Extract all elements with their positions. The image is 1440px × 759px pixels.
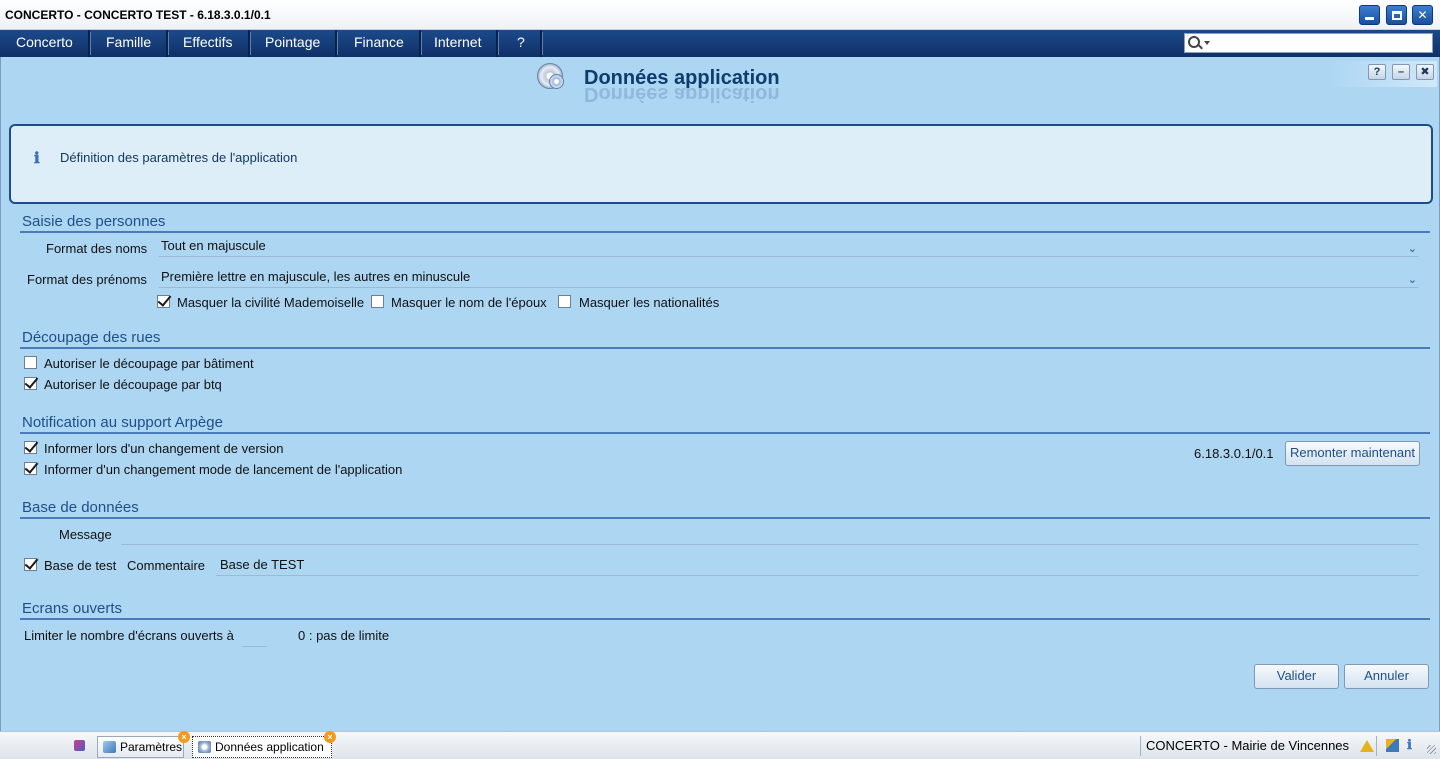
maximize-window-button[interactable]	[1386, 5, 1407, 25]
menu-item-famille[interactable]: Famille	[91, 30, 170, 57]
chevron-down-icon[interactable]: ⌄	[1408, 240, 1417, 258]
menu-item-help[interactable]: ?	[502, 30, 543, 57]
remonter-maintenant-button[interactable]: Remonter maintenant	[1285, 441, 1420, 466]
section-divider	[20, 231, 1430, 233]
section-title-decoupage: Découpage des rues	[22, 329, 161, 346]
maximize-icon	[1391, 10, 1402, 20]
base-test-label: Base de test	[44, 558, 117, 573]
section-divider	[20, 618, 1430, 620]
menu-item-effectifs[interactable]: Effectifs	[168, 30, 251, 57]
info-text: Définition des paramètres de l'applicati…	[60, 150, 298, 165]
btq-label: Autoriser le découpage par btq	[44, 377, 222, 392]
base-test-checkbox[interactable]	[24, 558, 37, 571]
civilite-checkbox[interactable]	[157, 295, 170, 308]
task-label: Données application	[215, 740, 324, 754]
batiment-checkbox[interactable]	[24, 356, 37, 369]
lancement-label: Informer d'un changement mode de lanceme…	[44, 462, 403, 477]
close-icon: ✖	[1420, 66, 1430, 78]
section-title-base: Base de données	[22, 499, 139, 516]
main-panel: Données application Données application …	[0, 57, 1440, 731]
commentaire-label: Commentaire	[127, 558, 206, 573]
task-parametres[interactable]: Paramètres ×	[97, 731, 190, 758]
menu-item-internet[interactable]: Internet	[419, 30, 500, 57]
annuler-button[interactable]: Annuler	[1344, 664, 1429, 689]
status-text: CONCERTO - Mairie de Vincennes	[1146, 738, 1350, 753]
format-prenoms-label: Format des prénoms	[27, 272, 147, 287]
nationalites-checkbox[interactable]	[558, 295, 571, 308]
minimize-panel-button[interactable]: –	[1392, 64, 1410, 80]
nationalites-label: Masquer les nationalités	[579, 295, 720, 310]
info-icon: ℹ	[34, 149, 40, 167]
section-divider	[20, 432, 1430, 434]
window-title: CONCERTO - CONCERTO TEST - 6.18.3.0.1/0.…	[5, 8, 271, 22]
chevron-down-icon[interactable]: ⌄	[1408, 271, 1417, 289]
minimize-icon	[1365, 17, 1374, 20]
task-label: Paramètres	[120, 740, 183, 754]
message-input[interactable]	[121, 525, 1419, 545]
menu-item-concerto[interactable]: Concerto	[1, 30, 91, 57]
close-icon: ✕	[1417, 8, 1428, 22]
lancement-checkbox[interactable]	[24, 462, 37, 475]
info-icon[interactable]: ℹ	[1407, 739, 1420, 752]
cd-settings-icon	[537, 63, 567, 91]
window-titlebar: CONCERTO - CONCERTO TEST - 6.18.3.0.1/0.…	[0, 0, 1440, 30]
close-task-icon[interactable]: ×	[324, 731, 336, 743]
close-panel-button[interactable]: ✖	[1416, 64, 1434, 80]
commentaire-input[interactable]: Base de TEST	[216, 556, 1419, 576]
version-label: Informer lors d'un changement de version	[44, 441, 284, 456]
message-label: Message	[59, 527, 112, 542]
warning-icon[interactable]	[1360, 740, 1374, 752]
chevron-down-icon[interactable]	[1204, 41, 1210, 45]
epoux-label: Masquer le nom de l'époux	[391, 295, 547, 310]
limiter-hint: 0 : pas de limite	[298, 628, 390, 643]
version-number: 6.18.3.0.1/0.1	[1194, 446, 1274, 461]
app-icon	[74, 740, 85, 751]
section-title-ecrans: Ecrans ouverts	[22, 600, 123, 617]
section-divider	[20, 347, 1430, 349]
section-title-notification: Notification au support Arpège	[22, 414, 223, 431]
minimize-icon: –	[1397, 66, 1405, 78]
menu-item-pointage[interactable]: Pointage	[250, 30, 339, 57]
format-noms-value: Tout en majuscule	[161, 238, 266, 253]
format-prenoms-value: Première lettre en majuscule, les autres…	[161, 269, 471, 284]
format-prenoms-select[interactable]: Première lettre en majuscule, les autres…	[159, 268, 1419, 288]
help-button[interactable]: ?	[1368, 64, 1386, 80]
section-divider	[20, 517, 1430, 519]
limiter-label: Limiter le nombre d'écrans ouverts à	[24, 628, 234, 643]
task-donnees-application[interactable]: Données application ×	[192, 731, 336, 758]
info-box: ℹ Définition des paramètres de l'applica…	[9, 124, 1433, 204]
batiment-label: Autoriser le découpage par bâtiment	[44, 356, 254, 371]
cd-settings-icon	[198, 741, 211, 753]
taskbar: Paramètres × Données application × CONCE…	[0, 731, 1440, 759]
minimize-window-button[interactable]	[1359, 5, 1380, 25]
format-noms-select[interactable]: Tout en majuscule ⌄	[159, 237, 1419, 257]
limiter-input[interactable]	[242, 629, 267, 647]
user-icon[interactable]	[1386, 739, 1399, 752]
close-task-icon[interactable]: ×	[178, 731, 190, 743]
epoux-checkbox[interactable]	[371, 295, 384, 308]
version-checkbox[interactable]	[24, 441, 37, 454]
civilite-label: Masquer la civilité Mademoiselle	[177, 295, 365, 310]
menu-item-finance[interactable]: Finance	[339, 30, 422, 57]
search-input[interactable]	[1184, 33, 1433, 53]
resize-grip-icon[interactable]	[1427, 745, 1436, 754]
settings-icon	[103, 741, 116, 753]
btq-checkbox[interactable]	[24, 377, 37, 390]
valider-button[interactable]: Valider	[1254, 664, 1339, 689]
commentaire-value: Base de TEST	[220, 557, 305, 572]
format-noms-label: Format des noms	[46, 241, 148, 256]
page-title-reflection: Données application	[584, 83, 780, 105]
close-window-button[interactable]: ✕	[1412, 5, 1433, 25]
section-title-saisie: Saisie des personnes	[22, 213, 166, 230]
